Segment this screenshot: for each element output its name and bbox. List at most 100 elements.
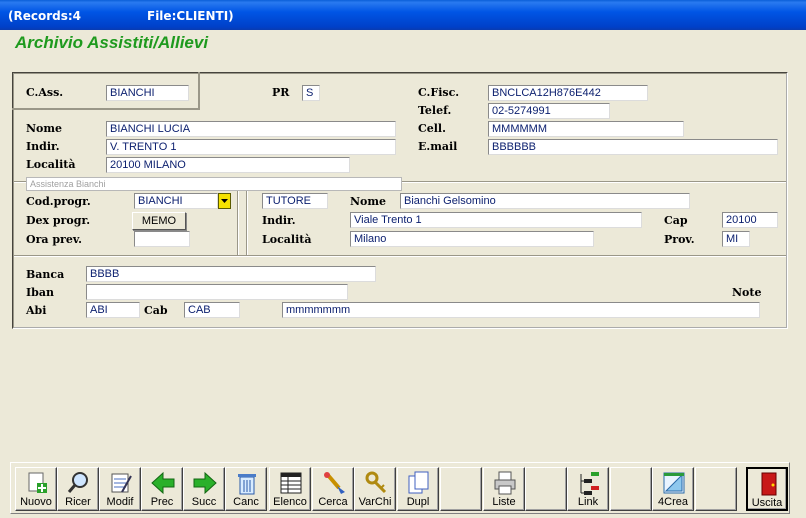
tutore-indir-field[interactable]: Viale Trento 1	[350, 212, 642, 228]
trash-icon	[238, 474, 256, 495]
tutore-nome-field[interactable]: Bianchi Gelsomino	[400, 193, 690, 209]
tutore-indir-label: Indir.	[262, 214, 296, 227]
group-caption: Assistenza Bianchi	[26, 177, 402, 191]
exit-door-icon	[761, 472, 777, 496]
tutore-field[interactable]: TUTORE	[262, 193, 328, 209]
divider	[237, 190, 239, 256]
indir-label: Indir.	[26, 140, 60, 153]
modif-button[interactable]: Modif	[99, 467, 141, 511]
oraprev-label: Ora prev.	[26, 233, 82, 246]
ricer-button[interactable]: Ricer	[57, 467, 99, 511]
button-label: Elenco	[273, 496, 307, 508]
cerca-button[interactable]: Cerca	[312, 467, 354, 511]
design-icon	[663, 472, 685, 494]
records-count: (Records:4	[8, 9, 82, 23]
canc-button[interactable]: Canc	[225, 467, 267, 511]
empty-button[interactable]	[610, 467, 652, 511]
empty-button[interactable]	[695, 467, 737, 511]
banca-field[interactable]: BBBB	[86, 266, 376, 282]
file-name: File:CLIENTI)	[147, 9, 234, 23]
button-label: Prec	[150, 496, 174, 508]
codprogr-label: Cod.progr.	[26, 195, 91, 208]
email-field[interactable]: BBBBBB	[488, 139, 778, 155]
cab-field[interactable]: CAB	[184, 302, 240, 318]
note-label: Note	[732, 286, 762, 299]
dropdown-button[interactable]	[218, 193, 231, 209]
cfisc-label: C.Fisc.	[418, 86, 460, 99]
cass-label: C.Ass.	[26, 86, 64, 99]
divider	[246, 190, 248, 256]
nuovo-button[interactable]: Nuovo	[15, 467, 57, 511]
button-label: Canc	[233, 496, 259, 508]
nome-label: Nome	[26, 122, 63, 135]
succ-button[interactable]: Succ	[183, 467, 225, 511]
prov-field[interactable]: MI	[722, 231, 750, 247]
button-label: Ricer	[65, 496, 91, 508]
link-button[interactable]: Link	[567, 467, 609, 511]
edit-doc-icon	[111, 473, 132, 493]
dexprogr-label: Dex progr.	[26, 214, 91, 227]
banca-label: Banca	[26, 268, 65, 281]
telef-field[interactable]: 02-5274991	[488, 103, 610, 119]
localita-label: Località	[26, 158, 76, 171]
tutore-localita-label: Località	[262, 233, 312, 246]
tutore-nome-label: Nome	[350, 195, 387, 208]
divider	[14, 255, 786, 257]
indir-field[interactable]: V. TRENTO 1	[106, 139, 396, 155]
button-label: Dupl	[406, 496, 430, 508]
cap-label: Cap	[664, 214, 688, 227]
uscita-button[interactable]: Uscita	[746, 467, 788, 511]
duplicate-icon	[408, 471, 429, 494]
pr-label: PR	[272, 86, 290, 99]
button-label: VarChi	[358, 496, 392, 508]
arrow-right-icon	[193, 471, 217, 495]
4crea-button[interactable]: 4Crea	[652, 467, 694, 511]
empty-button[interactable]	[440, 467, 482, 511]
telef-label: Telef.	[418, 104, 452, 117]
cass-field[interactable]: BIANCHI	[106, 85, 189, 101]
iban-label: Iban	[26, 286, 54, 299]
elenco-button[interactable]: Elenco	[269, 467, 311, 511]
button-label: Uscita	[751, 497, 783, 509]
new-doc-icon	[28, 472, 47, 493]
memo-button[interactable]: MEMO	[132, 212, 186, 230]
main-window: (Records:4 File:CLIENTI) Archivio Assist…	[0, 0, 806, 518]
prec-button[interactable]: Prec	[141, 467, 183, 511]
pr-field[interactable]: S	[302, 85, 320, 101]
button-label: Nuovo	[20, 496, 52, 508]
button-label: Liste	[492, 496, 516, 508]
button-label: 4Crea	[658, 496, 688, 508]
button-label: Cerca	[318, 496, 348, 508]
search-brush-icon	[324, 472, 345, 494]
arrow-left-icon	[151, 471, 175, 495]
magnifier-icon	[67, 472, 88, 493]
iban-field[interactable]	[86, 284, 348, 300]
localita-field[interactable]: 20100 MILANO	[106, 157, 350, 173]
page-title: Archivio Assistiti/Allievi	[15, 33, 209, 52]
button-label: Link	[577, 496, 599, 508]
nome-field[interactable]: BIANCHI LUCIA	[106, 121, 396, 137]
abi-field[interactable]: ABI	[86, 302, 140, 318]
cap-field[interactable]: 20100	[722, 212, 778, 228]
varchi-button[interactable]: VarChi	[354, 467, 396, 511]
email-label: E.mail	[418, 140, 458, 153]
empty-button[interactable]	[525, 467, 567, 511]
tutore-localita-field[interactable]: Milano	[350, 231, 594, 247]
liste-button[interactable]: Liste	[483, 467, 525, 511]
keys-icon	[365, 471, 387, 494]
note-field[interactable]: mmmmmmm	[282, 302, 760, 318]
cell-field[interactable]: MMMMMM	[488, 121, 684, 137]
abi-label: Abi	[26, 304, 47, 317]
chevron-down-icon	[221, 199, 228, 203]
list-icon	[280, 472, 302, 494]
oraprev-field[interactable]	[134, 231, 190, 247]
button-label: Succ	[191, 496, 217, 508]
cab-label: Cab	[144, 304, 168, 317]
codprogr-select[interactable]: BIANCHI	[134, 193, 218, 209]
title-bar: (Records:4 File:CLIENTI)	[0, 0, 806, 30]
button-label: Modif	[106, 496, 134, 508]
dupl-button[interactable]: Dupl	[397, 467, 439, 511]
cfisc-field[interactable]: BNCLCA12H876E442	[488, 85, 648, 101]
printer-icon	[494, 471, 516, 495]
tree-icon	[580, 472, 599, 495]
